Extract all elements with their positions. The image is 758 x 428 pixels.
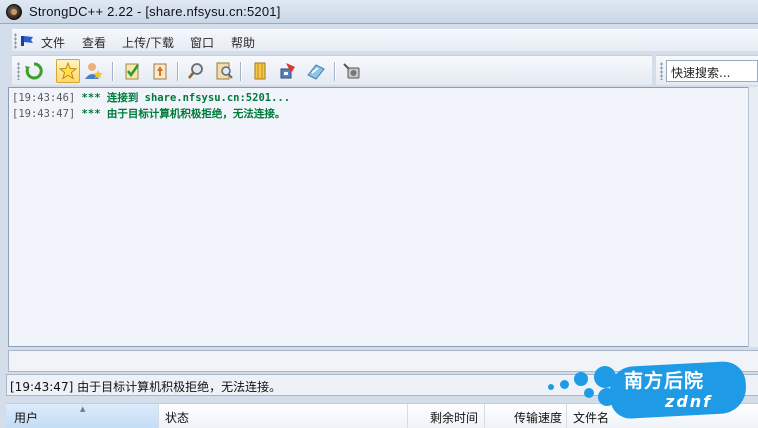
chat-message: *** 由于目标计算机积极拒绝，无法连接。 — [81, 108, 286, 120]
window-title: StrongDC++ 2.22 - [share.nfsysu.cn:5201] — [29, 4, 281, 19]
sort-ascending-icon: ▲ — [80, 405, 86, 413]
chat-line: [19:43:46] *** 连接到 share.nfsysu.cn:5201.… — [12, 90, 290, 105]
menu-view[interactable]: 查看 — [82, 34, 106, 51]
menu-bar: 文件 查看 上传/下载 窗口 帮助 — [12, 29, 758, 51]
column-user-label: 用户 — [14, 411, 39, 425]
column-status-label: 状态 — [165, 411, 190, 425]
menubar-grip[interactable] — [14, 33, 17, 49]
chat-line: [19:43:47] *** 由于目标计算机积极拒绝，无法连接。 — [12, 106, 285, 121]
title-bar: StrongDC++ 2.22 - [share.nfsysu.cn:5201] — [0, 0, 758, 24]
quick-search-grip[interactable] — [660, 62, 663, 80]
network-stats-icon[interactable] — [276, 59, 300, 83]
mdi-window-icon[interactable] — [20, 34, 35, 47]
status-text: [19:43:47] 由于目标计算机积极拒绝，无法连接。 — [10, 380, 282, 394]
finished-downloads-icon[interactable] — [148, 59, 172, 83]
site-watermark-logo: 南方后院 zdnf — [540, 358, 758, 428]
download-queue-icon[interactable] — [120, 59, 144, 83]
chat-log[interactable]: [19:43:46] *** 连接到 share.nfsysu.cn:5201.… — [8, 87, 748, 347]
watermark-splash — [584, 388, 594, 398]
reconnect-icon[interactable] — [22, 59, 46, 83]
toolbar-grip[interactable] — [17, 62, 20, 80]
watermark-splash — [548, 384, 554, 390]
watermark-title: 南方后院 — [624, 370, 705, 392]
menu-file[interactable]: 文件 — [41, 34, 65, 51]
toolbar-separator — [240, 62, 241, 81]
column-time-left[interactable]: 剩余时间 — [408, 404, 485, 428]
quick-search-area: 快速搜索... — [656, 55, 758, 85]
toolbar-separator — [334, 62, 335, 81]
chat-message: *** 连接到 share.nfsysu.cn:5201... — [81, 92, 291, 104]
menu-help[interactable]: 帮助 — [231, 34, 255, 51]
search-icon[interactable] — [184, 59, 208, 83]
chat-timestamp: [19:43:46] — [12, 92, 76, 104]
chat-timestamp: [19:43:47] — [12, 108, 76, 120]
adl-search-icon[interactable] — [212, 59, 236, 83]
app-icon — [6, 4, 22, 20]
favorite-users-icon[interactable] — [82, 59, 106, 83]
menu-window[interactable]: 窗口 — [190, 34, 214, 51]
toolbar — [12, 55, 652, 85]
watermark-splash — [574, 372, 588, 386]
open-file-list-icon[interactable] — [304, 59, 328, 83]
toolbar-separator — [112, 62, 113, 81]
chat-scrollbar[interactable] — [748, 87, 758, 347]
quick-search-input[interactable]: 快速搜索... — [666, 60, 758, 82]
column-status[interactable]: 状态 — [159, 404, 408, 428]
favorite-hubs-icon[interactable] — [56, 59, 80, 83]
toolbar-separator — [177, 62, 178, 81]
notepad-icon[interactable] — [248, 59, 272, 83]
settings-icon[interactable] — [340, 59, 364, 83]
column-user[interactable]: ▲ 用户 — [6, 404, 159, 428]
menu-transfers[interactable]: 上传/下载 — [122, 34, 174, 51]
column-time-left-label: 剩余时间 — [429, 411, 478, 425]
watermark-subtitle: zdnf — [665, 392, 713, 411]
watermark-splash — [560, 380, 569, 389]
